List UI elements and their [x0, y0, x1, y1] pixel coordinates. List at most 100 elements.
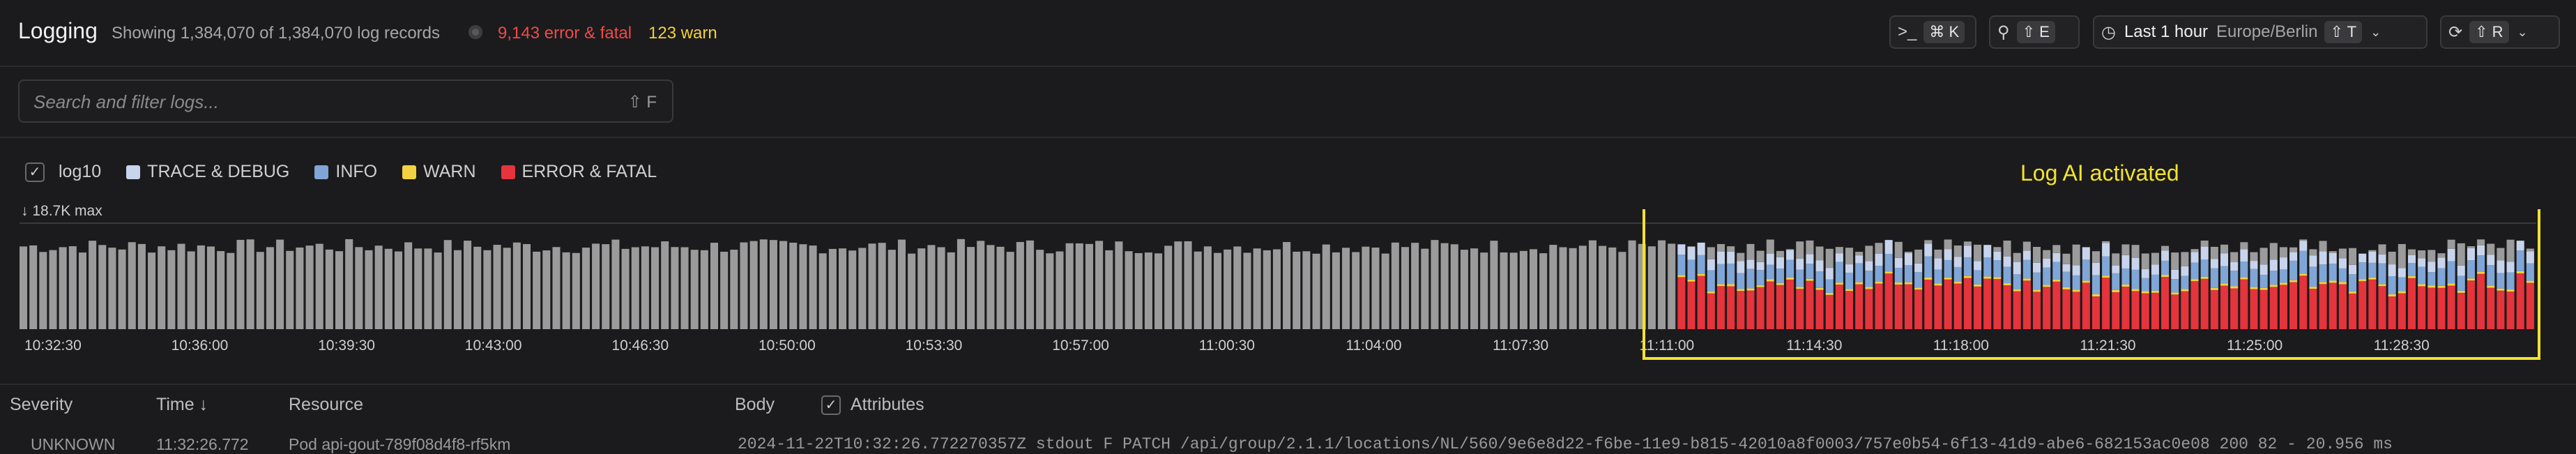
- legend-item-warn[interactable]: WARN: [402, 162, 476, 182]
- legend-item-info[interactable]: INFO: [314, 162, 377, 182]
- bar-segment-warn: [1855, 282, 1864, 285]
- histogram-bar: [631, 247, 639, 329]
- bar-segment-warn: [1934, 283, 1942, 286]
- checkbox-icon[interactable]: ✓: [25, 162, 45, 182]
- x-tick-label: 11:00:30: [1199, 338, 1255, 354]
- bar-segment-info: [2269, 271, 2278, 285]
- bar-segment-info: [2062, 271, 2071, 287]
- bar-segment-unclassified: [2506, 239, 2515, 262]
- bar-segment-trace: [2131, 257, 2140, 270]
- bar-segment-warn: [2269, 285, 2278, 287]
- bar-segment-trace: [2526, 251, 2534, 264]
- bar-segment-warn: [1766, 279, 1774, 282]
- legend-item-trace-debug[interactable]: TRACE & DEBUG: [126, 162, 289, 182]
- bar-segment-trace: [2378, 254, 2386, 264]
- bar-segment-warn: [2358, 279, 2367, 282]
- histogram-bar: [365, 250, 373, 329]
- bar-segment-trace: [1815, 260, 1824, 271]
- bar-segment-unclassified: [1716, 243, 1725, 252]
- column-header-time[interactable]: Time ↓: [156, 395, 208, 415]
- bar-segment-warn: [1963, 275, 1972, 278]
- bar-segment-warn: [2210, 287, 2218, 290]
- checkbox-icon[interactable]: ✓: [821, 395, 841, 415]
- histogram-bar: [296, 247, 304, 329]
- warn-count-badge[interactable]: 123 warn: [648, 24, 717, 43]
- bar-segment-unclassified: [1796, 241, 1804, 259]
- log10-toggle[interactable]: ✓ log10: [25, 162, 101, 182]
- bar-segment-unclassified: [2378, 244, 2386, 255]
- bar-segment-warn: [1983, 276, 1992, 279]
- table-divider: [0, 384, 2576, 385]
- explore-button[interactable]: ⚲ ⇧ E: [1989, 15, 2080, 49]
- bar-segment-info: [2388, 275, 2396, 295]
- bar-segment-info: [1786, 259, 1794, 278]
- bar-segment-warn: [2102, 275, 2110, 278]
- search-box[interactable]: ⇧ F: [18, 80, 673, 123]
- bar-segment-info: [2250, 268, 2258, 287]
- time-range-picker[interactable]: ◷ Last 1 hour Europe/Berlin ⇧ T ⌄: [2093, 15, 2428, 49]
- bar-segment-warn: [1716, 284, 1725, 287]
- histogram-bar: [1460, 250, 1468, 329]
- bar-segment-warn: [1875, 281, 1883, 284]
- histogram-bar: [947, 252, 955, 329]
- row-body[interactable]: 2024-11-22T10:32:26.772270357Z stdout F …: [738, 435, 2393, 453]
- histogram-bar: [503, 248, 511, 329]
- bar-segment-trace: [2428, 262, 2436, 273]
- bar-segment-unclassified: [2407, 249, 2416, 255]
- bar-segment-warn: [2378, 284, 2386, 287]
- histogram-bar: [1026, 240, 1035, 329]
- refresh-button[interactable]: ⟳ ⇧ R ⌄: [2440, 15, 2560, 49]
- column-header-body[interactable]: Body: [735, 395, 775, 415]
- bar-segment-unclassified: [1707, 247, 1715, 259]
- bar-segment-info: [2091, 275, 2100, 294]
- histogram-bar: [967, 247, 975, 329]
- bar-segment-unclassified: [2022, 241, 2031, 251]
- bar-segment-info: [2358, 262, 2367, 280]
- histogram-bar: [1569, 248, 1577, 329]
- row-resource[interactable]: Pod api-gout-789f08d4f8-rf5km: [289, 435, 510, 454]
- histogram-bar: [78, 252, 86, 329]
- log-histogram-chart[interactable]: 10:32:30 10:36:00 10:39:30 10:43:00 10:46:30…: [0, 209, 2576, 366]
- histogram-bar: [839, 248, 847, 329]
- bar-segment-trace: [1993, 251, 2002, 261]
- histogram-bar: [177, 243, 185, 329]
- histogram-bar: [917, 248, 926, 329]
- bar-segment-error: [2043, 287, 2051, 329]
- histogram-bar: [1006, 252, 1014, 329]
- histogram-bar: [1125, 251, 1133, 329]
- bar-segment-warn: [2407, 275, 2416, 278]
- histogram-bar: [1559, 247, 1567, 329]
- histogram-bar: [1362, 246, 1370, 329]
- legend-item-error-fatal[interactable]: ERROR & FATAL: [501, 162, 657, 182]
- bar-segment-trace: [2171, 269, 2179, 280]
- column-header-severity[interactable]: Severity: [10, 395, 73, 415]
- histogram-bar: [1549, 245, 1557, 329]
- telescope-icon: ⚲: [1997, 22, 2010, 42]
- histogram-bar: [818, 253, 827, 329]
- bar-segment-error: [1993, 279, 2002, 329]
- histogram-bar: [848, 250, 857, 329]
- bar-segment-error: [1974, 286, 1982, 329]
- bar-segment-warn: [2072, 289, 2080, 292]
- bar-segment-info: [1953, 266, 1962, 282]
- top-bar: Logging Showing 1,384,070 of 1,384,070 l…: [0, 0, 2576, 67]
- bar-segment-unclassified: [1894, 241, 1903, 258]
- terminal-button[interactable]: >_ ⌘ K: [1889, 15, 1976, 49]
- bar-segment-warn: [1756, 285, 1765, 287]
- bar-segment-warn: [1865, 287, 1873, 289]
- bar-segment-error: [2349, 293, 2357, 329]
- bar-segment-trace: [1766, 253, 1774, 265]
- bar-segment-error: [1746, 290, 1755, 329]
- column-header-resource[interactable]: Resource: [289, 395, 363, 415]
- log-ai-annotation: Log AI activated: [2020, 160, 2179, 186]
- attributes-toggle[interactable]: ✓ Attributes: [821, 395, 924, 415]
- error-count-badge[interactable]: 9,143 error & fatal: [498, 24, 632, 43]
- bar-segment-error: [2112, 292, 2120, 329]
- x-tick-label: 11:11:00: [1640, 338, 1695, 354]
- search-input[interactable]: [32, 89, 607, 114]
- bar-segment-error: [2526, 282, 2534, 329]
- histogram-bar: [611, 239, 620, 329]
- refresh-icon: ⟳: [2448, 22, 2463, 42]
- bar-segment-info: [2279, 269, 2287, 283]
- bar-segment-error: [2516, 273, 2524, 329]
